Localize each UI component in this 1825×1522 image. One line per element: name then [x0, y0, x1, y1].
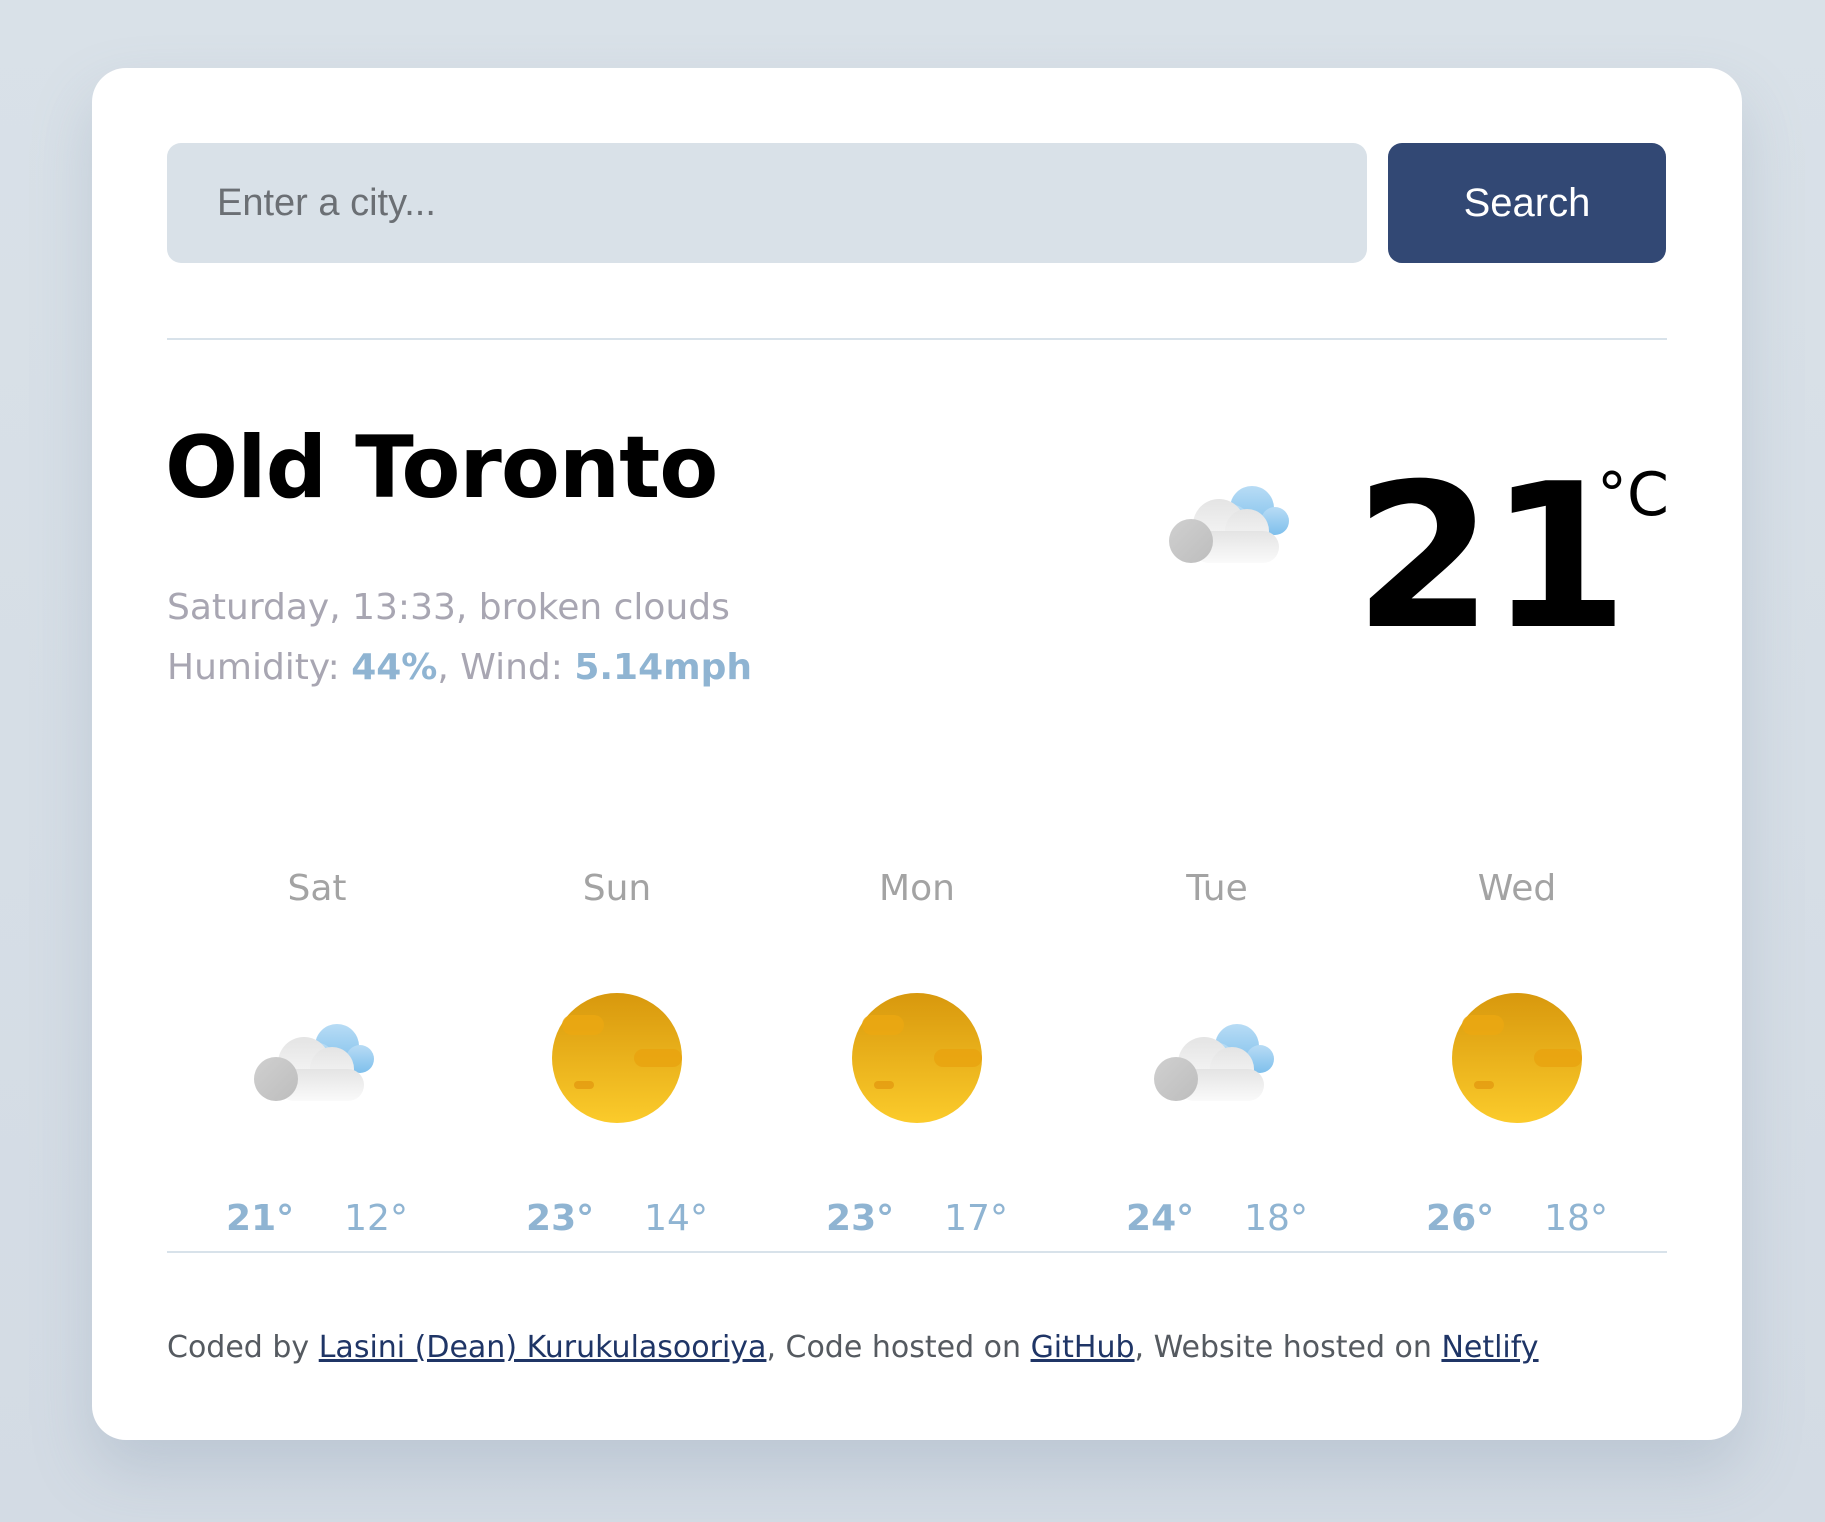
author-link[interactable]: Lasini (Dean) Kurukulasooriya [319, 1330, 767, 1365]
forecast-max-temp: 23° [826, 1198, 895, 1239]
forecast-day: Tue 24° 18° [1067, 868, 1367, 1239]
footer: Coded by Lasini (Dean) Kurukulasooriya, … [167, 1330, 1539, 1365]
github-link[interactable]: GitHub [1031, 1330, 1135, 1365]
forecast-min-temp: 14° [644, 1198, 708, 1239]
city-search-input[interactable] [167, 143, 1367, 263]
forecast-max-temp: 21° [226, 1198, 295, 1239]
forecast-min-temp: 18° [1244, 1198, 1308, 1239]
humidity-label: Humidity: [167, 647, 340, 688]
current-day: Saturday [167, 587, 330, 628]
search-form: Search [167, 143, 1667, 263]
netlify-link[interactable]: Netlify [1441, 1330, 1538, 1365]
broken-clouds-icon [1167, 473, 1297, 577]
forecast: Sat 21° 12° Sun 23° 14° Mon 23° 17° Tue … [167, 868, 1667, 1239]
forecast-day-name: Sun [582, 868, 652, 909]
forecast-temps: 26° 18° [1367, 1198, 1667, 1239]
top-divider [167, 338, 1667, 340]
search-button[interactable]: Search [1388, 143, 1666, 263]
forecast-day: Sun 23° 14° [467, 868, 767, 1239]
forecast-day-name: Mon [879, 868, 955, 909]
forecast-temps: 24° 18° [1067, 1198, 1367, 1239]
forecast-max-temp: 26° [1426, 1198, 1495, 1239]
wind-label: Wind: [460, 647, 563, 688]
date-description-line: Saturday, 13:33, broken clouds [167, 587, 730, 628]
humidity-value: 44% [351, 647, 438, 688]
forecast-temps: 23° 14° [467, 1198, 767, 1239]
city-name: Old Toronto [165, 418, 718, 518]
forecast-day: Wed 26° 18° [1367, 868, 1667, 1239]
broken-clouds-icon [252, 993, 382, 1123]
footer-text: , Website hosted on [1134, 1330, 1442, 1365]
weather-card: Search Old Toronto Saturday, 13:33, brok… [92, 68, 1742, 1440]
forecast-day: Mon 23° 17° [767, 868, 1067, 1239]
forecast-max-temp: 23° [526, 1198, 595, 1239]
sun-icon [852, 993, 982, 1123]
sun-icon [552, 993, 682, 1123]
forecast-min-temp: 17° [944, 1198, 1008, 1239]
current-temperature: 21 [1354, 441, 1628, 674]
footer-text: , Code hosted on [766, 1330, 1031, 1365]
forecast-day-name: Tue [1186, 868, 1248, 909]
sun-icon [1452, 993, 1582, 1123]
temperature-unit[interactable]: °C [1597, 460, 1669, 530]
forecast-day: Sat 21° 12° [167, 868, 467, 1239]
forecast-min-temp: 18° [1544, 1198, 1608, 1239]
footer-prefix: Coded by [167, 1330, 319, 1365]
forecast-day-name: Wed [1477, 868, 1557, 909]
humidity-wind-line: Humidity: 44%, Wind: 5.14mph [167, 647, 753, 688]
forecast-min-temp: 12° [344, 1198, 408, 1239]
forecast-max-temp: 24° [1126, 1198, 1195, 1239]
broken-clouds-icon [1152, 993, 1282, 1123]
current-time: 13:33 [352, 587, 456, 628]
wind-value: 5.14mph [574, 647, 753, 688]
forecast-day-name: Sat [287, 868, 347, 909]
weather-description: broken clouds [478, 587, 730, 628]
bottom-divider [167, 1251, 1667, 1253]
forecast-temps: 23° 17° [767, 1198, 1067, 1239]
forecast-temps: 21° 12° [167, 1198, 467, 1239]
weather-details: Saturday, 13:33, broken clouds Humidity:… [167, 578, 752, 698]
